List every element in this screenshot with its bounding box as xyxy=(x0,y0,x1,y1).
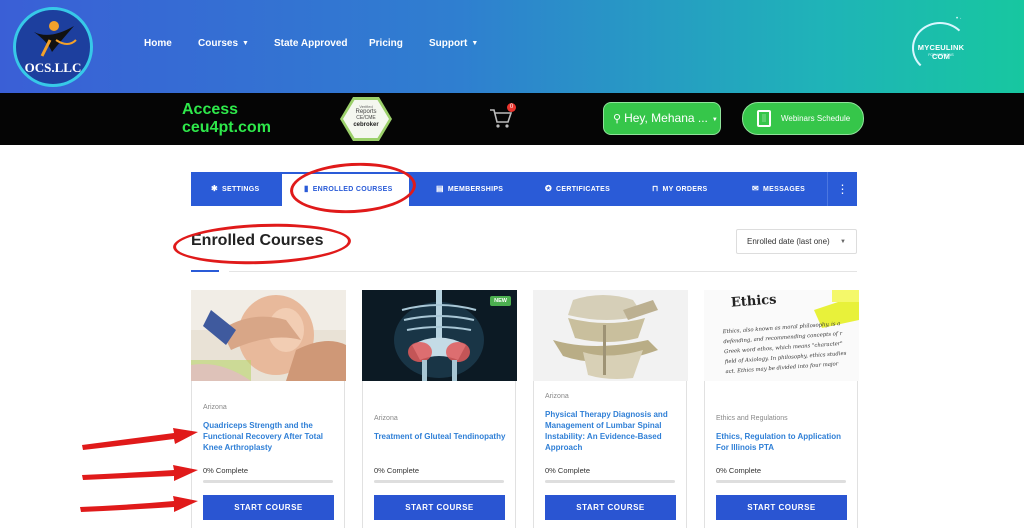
course-category: Ethics and Regulations xyxy=(716,415,788,422)
progress-bar xyxy=(203,480,333,483)
chevron-down-icon: ▼ xyxy=(471,40,479,47)
brand-name: MYCEULINK COM xyxy=(917,43,965,61)
start-course-button[interactable]: START COURSE xyxy=(545,495,676,520)
arrow-title-icon xyxy=(82,428,198,450)
figure-logo-icon xyxy=(34,21,77,57)
id-card-icon: ▤ xyxy=(436,184,444,193)
arrow-progress-icon xyxy=(82,465,198,481)
site-header: OCS.LLC Home Courses ▼ State Approved Pri… xyxy=(0,0,1024,93)
course-title[interactable]: Physical Therapy Diagnosis and Managemen… xyxy=(545,409,678,453)
course-thumbnail[interactable] xyxy=(533,290,688,381)
tab-my-orders[interactable]: ⊓ MY ORDERS xyxy=(652,172,708,206)
course-thumbnail[interactable]: Ethics Ethics, also known as moral philo… xyxy=(704,290,859,381)
chevron-down-icon: ▼ xyxy=(711,117,718,123)
title-underline xyxy=(191,270,219,272)
access-link[interactable]: Access ceu4pt.com xyxy=(182,101,271,137)
cebroker-badge: Verified Reports CE/CME cebroker xyxy=(340,97,392,141)
tablet-icon xyxy=(757,110,771,127)
arrow-button-icon xyxy=(80,496,198,512)
basket-icon: ⊓ xyxy=(652,184,659,193)
certificate-icon: ✪ xyxy=(545,184,553,193)
course-progress-label: 0% Complete xyxy=(203,466,249,475)
annotation-circle-tab xyxy=(288,159,418,217)
more-vertical-icon[interactable]: ⋮ xyxy=(828,172,857,206)
sparkle-icon: • · xyxy=(956,16,962,22)
myceulink-logo[interactable]: • · MYCEULINK COM FOR MISSIONS xyxy=(908,16,974,76)
ocs-logo[interactable]: OCS.LLC xyxy=(13,7,93,87)
course-thumbnail[interactable]: NEW xyxy=(362,290,517,381)
course-progress-label: 0% Complete xyxy=(374,466,420,475)
progress-bar xyxy=(545,480,675,483)
tab-settings[interactable]: ✱ SETTINGS xyxy=(211,172,259,206)
user-icon: ⚲ xyxy=(613,113,622,125)
nav-courses[interactable]: Courses ▼ xyxy=(198,38,249,49)
start-course-button[interactable]: START COURSE xyxy=(716,495,847,520)
progress-bar xyxy=(374,480,504,483)
course-title[interactable]: Quadriceps Strength and the Functional R… xyxy=(203,420,336,453)
new-badge: NEW xyxy=(490,296,511,306)
course-card: NEW Arizona Treatment of Gluteal Tendino… xyxy=(362,290,517,528)
nav-support[interactable]: Support ▼ xyxy=(429,38,478,49)
nav-home[interactable]: Home xyxy=(144,38,172,49)
tab-memberships[interactable]: ▤ MEMBERSHIPS xyxy=(436,172,503,206)
annotation-circle-title xyxy=(172,220,352,268)
envelope-icon: ✉ xyxy=(752,184,760,193)
tab-messages[interactable]: ✉ MESSAGES xyxy=(752,172,805,206)
ethics-heading: Ethics xyxy=(730,292,778,311)
course-title[interactable]: Treatment of Gluteal Tendinopathy xyxy=(374,431,507,442)
top-bar: Access ceu4pt.com Verified Reports CE/CM… xyxy=(0,93,1024,145)
user-menu-button[interactable]: ⚲ Hey, Mehana ... ▼ xyxy=(603,102,721,135)
webinars-schedule-button[interactable]: Webinars Schedule xyxy=(742,102,864,135)
gear-icon: ✱ xyxy=(211,184,219,193)
nav-state-approved[interactable]: State Approved xyxy=(274,38,348,49)
course-thumbnail[interactable] xyxy=(191,290,346,381)
course-category: Arizona xyxy=(374,415,398,422)
course-progress-label: 0% Complete xyxy=(545,466,591,475)
course-card: Ethics Ethics, also known as moral philo… xyxy=(704,290,859,528)
start-course-button[interactable]: START COURSE xyxy=(374,495,505,520)
chevron-down-icon: ▼ xyxy=(242,40,249,47)
course-title[interactable]: Ethics, Regulation to Application For Il… xyxy=(716,431,849,453)
start-course-button[interactable]: START COURSE xyxy=(203,495,334,520)
course-category: Arizona xyxy=(545,393,569,400)
course-card: Arizona Quadriceps Strength and the Func… xyxy=(191,290,346,528)
chevron-down-icon: ▼ xyxy=(840,239,846,245)
course-category: Arizona xyxy=(203,404,227,411)
annotation-arrows xyxy=(80,428,198,512)
divider xyxy=(229,271,857,272)
course-progress-label: 0% Complete xyxy=(716,466,762,475)
ethics-text: Ethics, also known as moral philosophy, … xyxy=(722,321,847,376)
sort-select[interactable]: Enrolled date (last one) ▼ xyxy=(736,229,857,254)
cart-count-badge: 0 xyxy=(507,103,516,112)
nav-pricing[interactable]: Pricing xyxy=(369,38,403,49)
course-card: Arizona Physical Therapy Diagnosis and M… xyxy=(533,290,688,528)
progress-bar xyxy=(716,480,846,483)
logo-text: OCS.LLC xyxy=(24,60,82,75)
brand-tagline: FOR MISSIONS xyxy=(928,53,954,57)
tab-certificates[interactable]: ✪ CERTIFICATES xyxy=(545,172,610,206)
